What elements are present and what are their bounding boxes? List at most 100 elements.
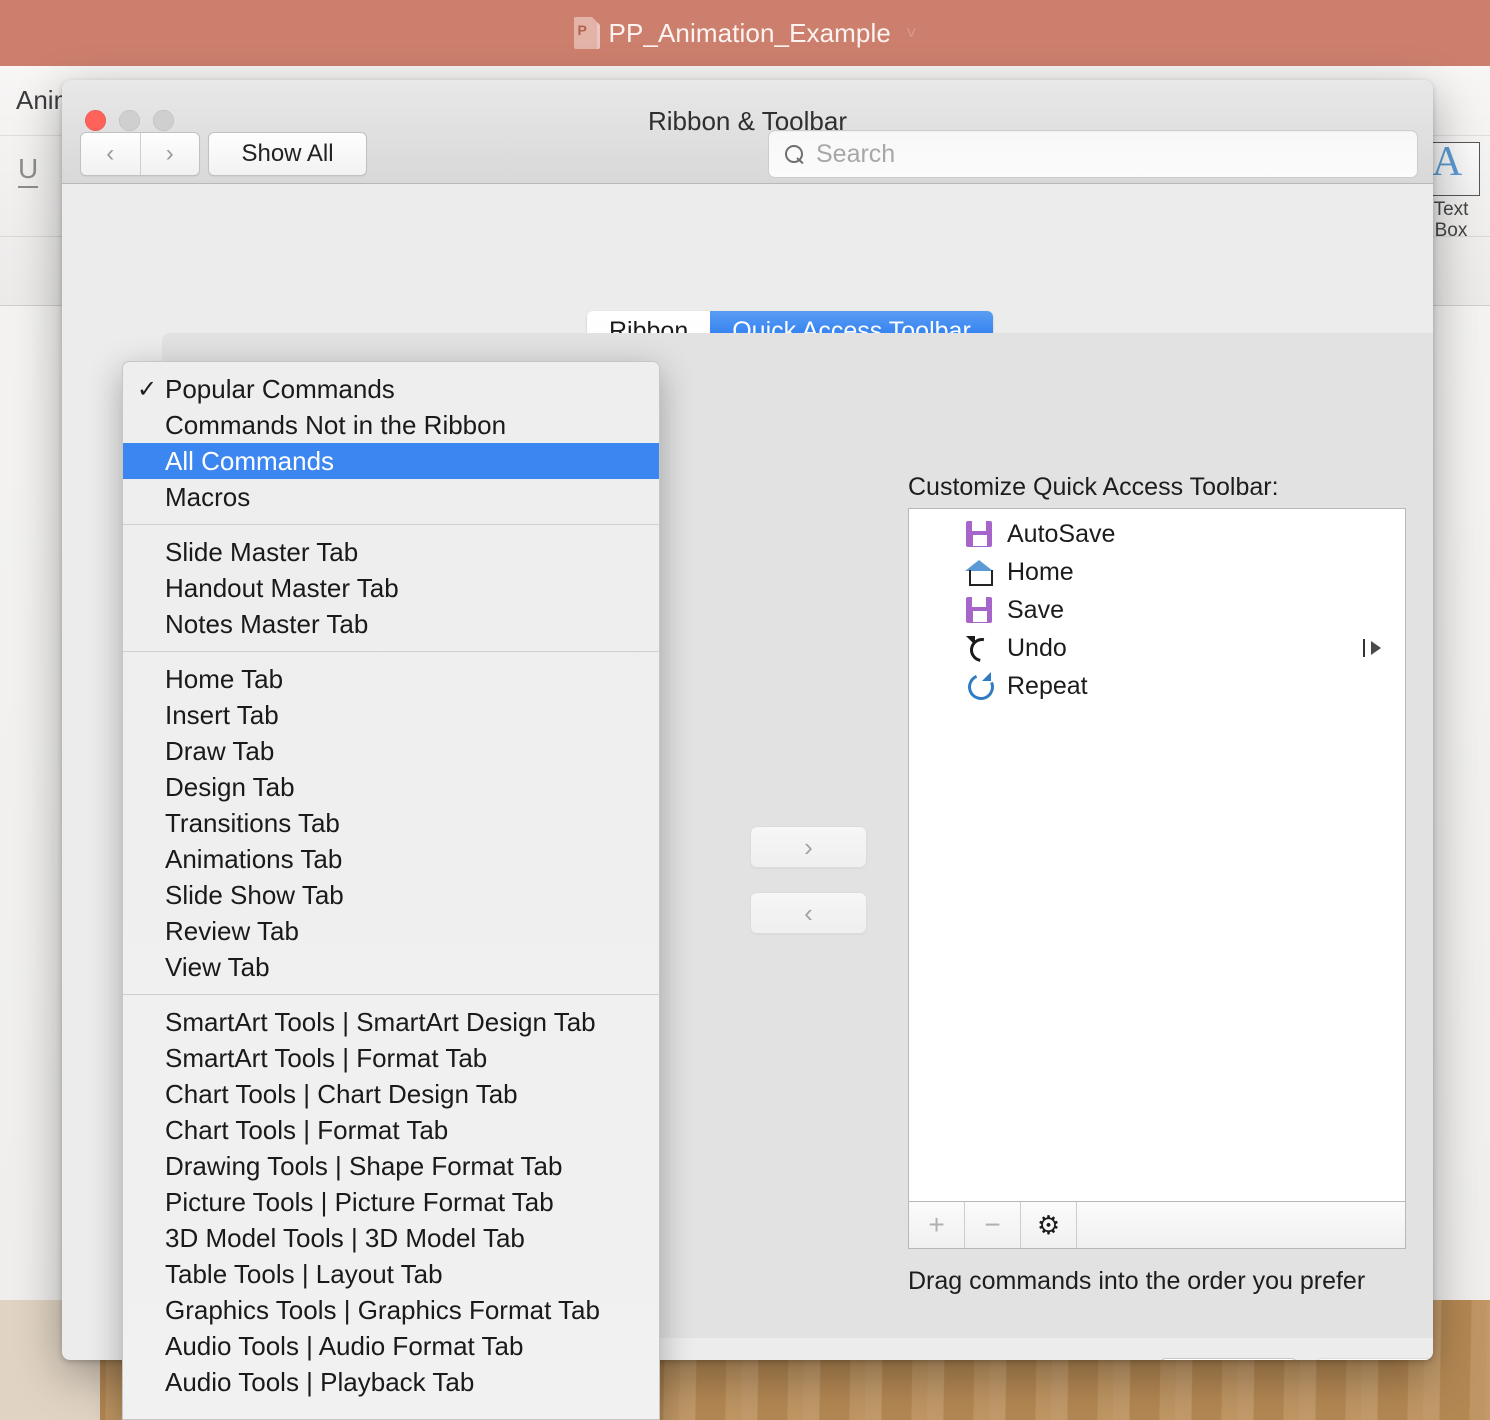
- disclosure-arrow-icon[interactable]: [1363, 639, 1381, 657]
- menu-item-label: Graphics Tools | Graphics Format Tab: [165, 1294, 600, 1325]
- forward-button[interactable]: ›: [141, 133, 200, 175]
- menu-item-all-commands[interactable]: All Commands: [123, 443, 659, 479]
- menu-item-label: Insert Tab: [165, 699, 279, 730]
- menu-separator: [123, 524, 659, 525]
- menu-item-label: Audio Tools | Audio Format Tab: [165, 1330, 524, 1361]
- menu-item-label: Design Tab: [165, 771, 295, 802]
- menu-item-label: Slide Show Tab: [165, 879, 344, 910]
- menu-item-shape-format-tab[interactable]: Drawing Tools | Shape Format Tab: [123, 1148, 659, 1184]
- navigation-segmented-control[interactable]: ‹ ›: [80, 132, 200, 176]
- menu-item-design-tab[interactable]: Design Tab: [123, 769, 659, 805]
- list-item-label: AutoSave: [1007, 519, 1116, 548]
- search-field[interactable]: Search: [768, 130, 1418, 178]
- menu-item-label: Notes Master Tab: [165, 608, 369, 639]
- save-floppy-icon: [965, 520, 993, 548]
- menu-item-insert-tab[interactable]: Insert Tab: [123, 697, 659, 733]
- back-button[interactable]: ‹: [81, 133, 141, 175]
- menu-item-label: Chart Tools | Format Tab: [165, 1114, 449, 1145]
- list-item-label: Undo: [1007, 633, 1067, 662]
- menu-item-label: Transitions Tab: [165, 807, 340, 838]
- menu-item-label: Macros: [165, 481, 251, 512]
- menu-item-view-tab[interactable]: View Tab: [123, 949, 659, 985]
- menu-item-handout-master-tab[interactable]: Handout Master Tab: [123, 570, 659, 606]
- save-floppy-icon: [965, 596, 993, 624]
- menu-item-label: Picture Tools | Picture Format Tab: [165, 1186, 554, 1217]
- menu-item-table-layout-tab[interactable]: Table Tools | Layout Tab: [123, 1256, 659, 1292]
- menu-item-transitions-tab[interactable]: Transitions Tab: [123, 805, 659, 841]
- menu-item-macros[interactable]: Macros: [123, 479, 659, 515]
- letter-a-glyph: A: [1432, 139, 1463, 185]
- customize-qat-label: Customize Quick Access Toolbar:: [908, 473, 1279, 501]
- chevron-down-icon[interactable]: ˅: [906, 23, 917, 44]
- menu-item-label: Home Tab: [165, 663, 284, 694]
- document-title: PP_Animation_Example: [608, 17, 891, 48]
- menu-item-label: SmartArt Tools | SmartArt Design Tab: [165, 1006, 596, 1037]
- list-item[interactable]: Home: [909, 553, 1405, 591]
- show-all-button[interactable]: Show All: [208, 132, 367, 176]
- cancel-button[interactable]: Cancel: [1159, 1358, 1298, 1360]
- menu-item-label: Review Tab: [165, 915, 299, 946]
- menu-item-label: Draw Tab: [165, 735, 275, 766]
- menu-item-label: Popular Commands: [165, 373, 395, 404]
- menu-item-chart-format-tab[interactable]: Chart Tools | Format Tab: [123, 1112, 659, 1148]
- menu-item-slide-show-tab[interactable]: Slide Show Tab: [123, 877, 659, 913]
- menu-item-smartart-design-tab[interactable]: SmartArt Tools | SmartArt Design Tab: [123, 1004, 659, 1040]
- menu-item-home-tab[interactable]: Home Tab: [123, 661, 659, 697]
- menu-separator: [123, 994, 659, 995]
- search-placeholder: Search: [816, 139, 896, 168]
- checkmark-icon: ✓: [137, 375, 158, 403]
- add-item-button[interactable]: +: [909, 1202, 965, 1248]
- menu-item-label: Handout Master Tab: [165, 572, 399, 603]
- list-item[interactable]: Save: [909, 591, 1405, 629]
- menu-item-audio-format-tab[interactable]: Audio Tools | Audio Format Tab: [123, 1328, 659, 1364]
- menu-item-audio-playback-tab[interactable]: Audio Tools | Playback Tab: [123, 1364, 659, 1400]
- search-icon: [785, 144, 804, 164]
- underline-icon[interactable]: U: [18, 155, 39, 188]
- remove-command-button[interactable]: ‹: [750, 892, 867, 934]
- menu-item-graphics-format-tab[interactable]: Graphics Tools | Graphics Format Tab: [123, 1292, 659, 1328]
- list-item[interactable]: AutoSave: [909, 515, 1405, 553]
- menu-item-picture-format-tab[interactable]: Picture Tools | Picture Format Tab: [123, 1184, 659, 1220]
- quick-access-toolbar-actions: + − ⚙: [908, 1202, 1406, 1249]
- menu-item-review-tab[interactable]: Review Tab: [123, 913, 659, 949]
- document-title-group: PP_Animation_Example ˅: [573, 17, 917, 49]
- drag-hint-text: Drag commands into the order you prefer: [908, 1267, 1366, 1295]
- list-item[interactable]: Repeat: [909, 667, 1405, 705]
- list-item[interactable]: Undo: [909, 629, 1405, 667]
- menu-item-chart-design-tab[interactable]: Chart Tools | Chart Design Tab: [123, 1076, 659, 1112]
- menu-item-notes-master-tab[interactable]: Notes Master Tab: [123, 606, 659, 642]
- menu-item-3d-model-tab[interactable]: 3D Model Tools | 3D Model Tab: [123, 1220, 659, 1256]
- gear-icon[interactable]: ⚙: [1021, 1202, 1077, 1248]
- menu-item-label: 3D Model Tools | 3D Model Tab: [165, 1222, 525, 1253]
- menu-item-label: Table Tools | Layout Tab: [165, 1258, 443, 1289]
- powerpoint-file-icon: [573, 17, 600, 49]
- dialog-title-bar: Ribbon & Toolbar ‹ › Show All Search: [62, 80, 1433, 184]
- menu-item-slide-master-tab[interactable]: Slide Master Tab: [123, 534, 659, 570]
- quick-access-toolbar-list[interactable]: AutoSave Home Save Undo Repeat: [908, 508, 1406, 1202]
- undo-arrow-icon: [965, 634, 993, 662]
- menu-item-label: Audio Tools | Playback Tab: [165, 1366, 475, 1397]
- menu-item-label: All Commands: [165, 445, 335, 476]
- menu-separator: [123, 651, 659, 652]
- menu-item-smartart-format-tab[interactable]: SmartArt Tools | Format Tab: [123, 1040, 659, 1076]
- menu-item-label: SmartArt Tools | Format Tab: [165, 1042, 488, 1073]
- choose-commands-from-dropdown-menu[interactable]: ✓ Popular Commands Commands Not in the R…: [122, 361, 660, 1420]
- add-command-button[interactable]: ›: [750, 826, 867, 868]
- menu-item-draw-tab[interactable]: Draw Tab: [123, 733, 659, 769]
- list-item-label: Repeat: [1007, 671, 1088, 700]
- save-button: Save: [1315, 1358, 1433, 1360]
- menu-item-label: Drawing Tools | Shape Format Tab: [165, 1150, 563, 1181]
- menu-item-commands-not-in-ribbon[interactable]: Commands Not in the Ribbon: [123, 407, 659, 443]
- menu-item-label: Commands Not in the Ribbon: [165, 409, 507, 440]
- menu-item-label: View Tab: [165, 951, 270, 982]
- menu-item-animations-tab[interactable]: Animations Tab: [123, 841, 659, 877]
- menu-item-label: Animations Tab: [165, 843, 343, 874]
- menu-item-popular-commands[interactable]: ✓ Popular Commands: [123, 371, 659, 407]
- repeat-circular-arrow-icon: [965, 672, 993, 700]
- menu-item-label: Slide Master Tab: [165, 536, 359, 567]
- list-item-label: Home: [1007, 557, 1074, 586]
- remove-item-button[interactable]: −: [965, 1202, 1021, 1248]
- powerpoint-title-bar: PP_Animation_Example ˅: [0, 0, 1490, 66]
- menu-item-label: Chart Tools | Chart Design Tab: [165, 1078, 518, 1109]
